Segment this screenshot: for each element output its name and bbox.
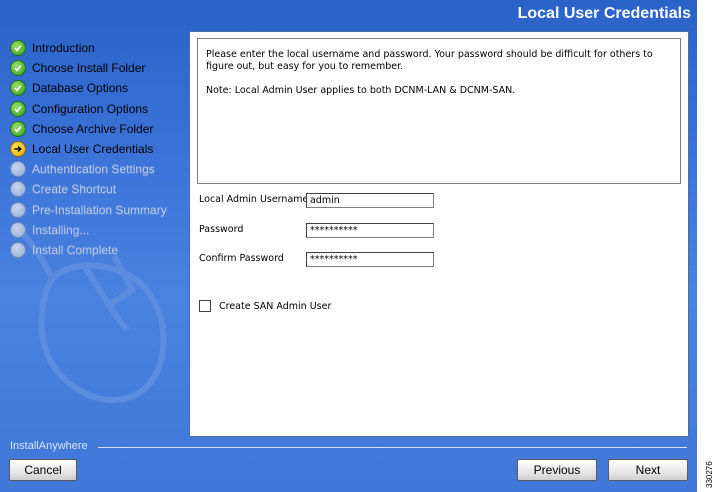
step-installing: Installing... [10,220,190,240]
checkmark-icon [10,80,26,97]
installer-window: Local User Credentials Introduction Choo… [0,0,697,492]
step-label: Configuration Options [32,101,149,116]
arrow-right-icon [10,141,26,158]
previous-button-label: Previous [533,463,581,477]
footer-divider [98,447,687,448]
installanywhere-brand: InstallAnywhere [10,440,88,452]
san-admin-checkbox[interactable] [199,300,211,312]
step-label: Choose Archive Folder [32,121,154,136]
checkmark-icon [10,40,26,57]
confirm-password-field[interactable]: ********** [306,252,434,267]
step-label: Choose Install Folder [32,61,146,76]
instructions-box: Please enter the local username and pass… [197,38,681,184]
checkmark-icon [10,100,26,117]
step-install-complete: Install Complete [10,240,190,260]
pending-circle-icon [10,221,26,238]
san-admin-option[interactable]: Create SAN Admin User [199,300,331,312]
step-authentication-settings: Authentication Settings [10,159,190,179]
page-title: Local User Credentials [517,5,691,22]
username-field[interactable]: admin [306,193,434,208]
password-label: Password [199,224,244,235]
step-local-user-credentials: Local User Credentials [10,139,190,159]
step-label: Database Options [32,81,129,96]
checkmark-icon [10,60,26,77]
pending-circle-icon [10,181,26,198]
figure-id: 330276 [705,461,714,488]
step-label: Authentication Settings [32,162,155,177]
next-button[interactable]: Next [608,459,688,481]
step-label: Installing... [32,222,90,237]
step-label: Local User Credentials [32,142,154,157]
step-label: Create Shortcut [32,182,117,197]
previous-button[interactable]: Previous [517,459,597,481]
steps-list: Introduction Choose Install Folder Datab… [10,38,190,260]
pending-circle-icon [10,201,26,218]
step-configuration-options: Configuration Options [10,99,190,119]
pending-circle-icon [10,161,26,178]
next-button-label: Next [635,463,661,477]
instructions-text: Please enter the local username and pass… [206,49,653,72]
password-field[interactable]: ********** [306,223,434,238]
confirm-password-label: Confirm Password [199,253,284,264]
step-choose-install-folder: Choose Install Folder [10,58,190,78]
step-pre-installation-summary: Pre-Installation Summary [10,200,190,220]
san-admin-checkbox-label: Create SAN Admin User [219,300,332,312]
step-database-options: Database Options [10,78,190,98]
step-choose-archive-folder: Choose Archive Folder [10,119,190,139]
step-introduction: Introduction [10,38,190,58]
pending-circle-icon [10,241,26,258]
cancel-button[interactable]: Cancel [9,459,77,481]
content-panel: Please enter the local username and pass… [189,31,689,437]
username-label: Local Admin Username [199,194,309,205]
note-text: Note: Local Admin User applies to both D… [206,85,516,96]
step-label: Install Complete [32,242,119,257]
step-create-shortcut: Create Shortcut [10,179,190,199]
step-label: Introduction [32,41,95,56]
step-label: Pre-Installation Summary [32,202,167,217]
checkmark-icon [10,120,26,137]
